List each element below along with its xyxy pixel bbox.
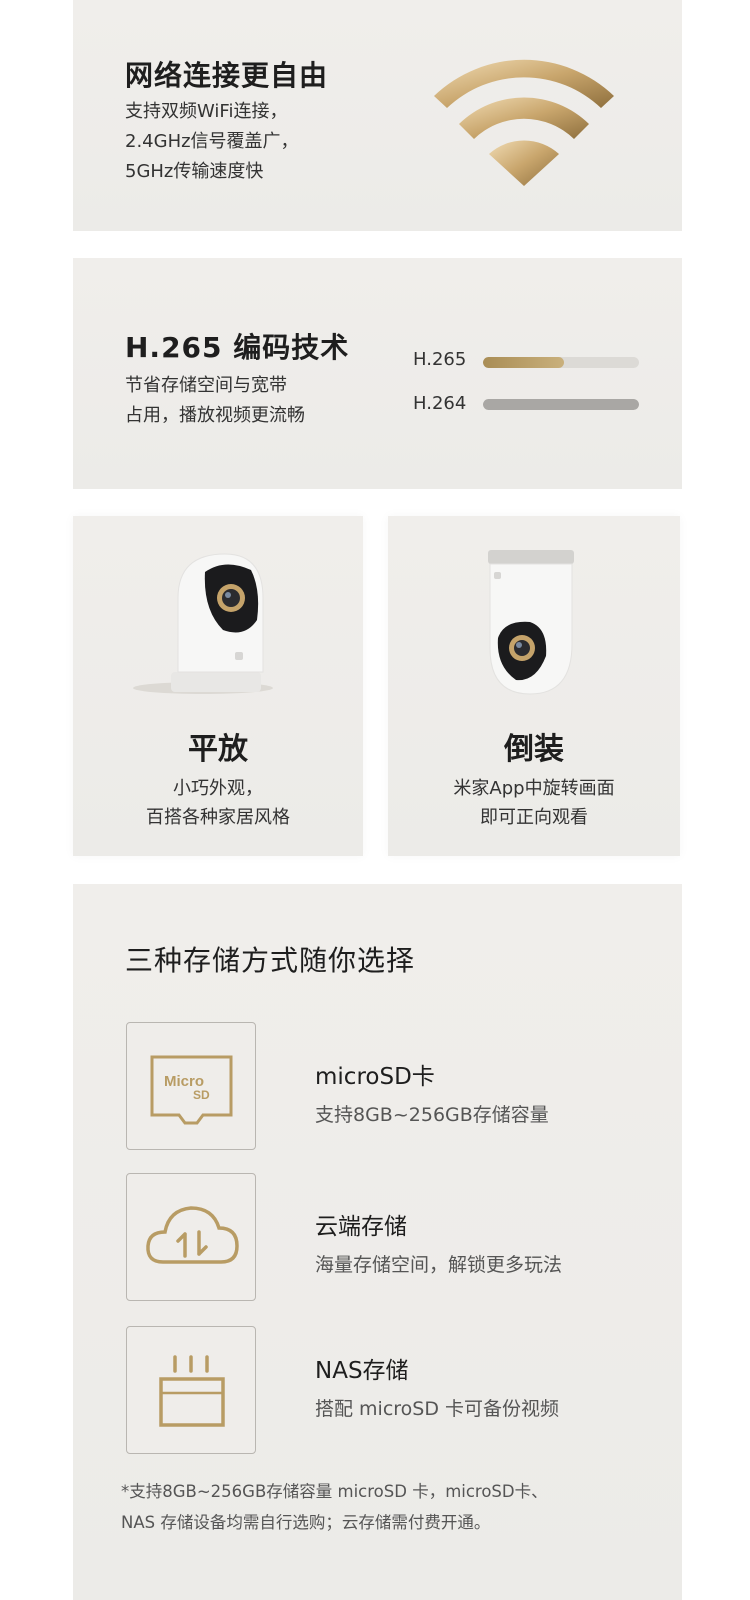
mount-desc-line: 小巧外观， (173, 778, 263, 799)
codec-bar-fill (483, 399, 639, 410)
camera-inverted-image (488, 550, 574, 695)
codec-bar-label: H.265 (413, 349, 467, 370)
wifi-desc-line: 支持双频WiFi连接， (125, 101, 288, 122)
mount-desc-line: 即可正向观看 (480, 807, 588, 828)
mount-flat-description: 小巧外观， 百搭各种家居风格 (73, 774, 363, 832)
mount-flat-title: 平放 (188, 732, 248, 767)
mount-flat-card: 平放 小巧外观， 百搭各种家居风格 (73, 516, 363, 856)
codec-description: 节省存储空间与宽带 占用，播放视频更流畅 (125, 371, 305, 431)
microsd-card-icon: Micro SD (150, 1055, 233, 1125)
storage-option-icon-box (126, 1326, 256, 1454)
storage-option-icon-box: Micro SD (126, 1022, 256, 1150)
wifi-feature-card: 网络连接更自由 支持双频WiFi连接， 2.4GHz信号覆盖广， 5GHz传输速… (73, 0, 682, 231)
storage-option-icon-box (126, 1173, 256, 1301)
nas-router-icon (159, 1355, 225, 1427)
cloud-sync-icon (146, 1206, 239, 1264)
footnote-line: NAS 存储设备均需自行选购；云存储需付费开通。 (121, 1513, 491, 1532)
storage-footnote: *支持8GB~256GB存储容量 microSD 卡，microSD卡、 NAS… (121, 1476, 548, 1538)
storage-option-name: microSD卡 (315, 1064, 435, 1090)
wifi-desc-line: 5GHz传输速度快 (125, 161, 264, 182)
mount-inverted-title: 倒装 (504, 732, 564, 767)
wifi-description: 支持双频WiFi连接， 2.4GHz信号覆盖广， 5GHz传输速度快 (125, 97, 299, 187)
codec-desc-line: 占用，播放视频更流畅 (125, 405, 305, 426)
wifi-icon (434, 59, 614, 186)
microsd-icon-text: SD (193, 1088, 210, 1102)
codec-bar-fill (483, 357, 565, 368)
wifi-title: 网络连接更自由 (125, 59, 329, 92)
storage-card: 三种存储方式随你选择 Micro SD microSD卡 支持8GB~256GB… (73, 884, 682, 1600)
footnote-line: *支持8GB~256GB存储容量 microSD 卡，microSD卡、 (121, 1482, 548, 1501)
codec-title: H.265 编码技术 (125, 331, 350, 364)
codec-bar-track (483, 399, 639, 410)
storage-title: 三种存储方式随你选择 (125, 944, 416, 977)
codec-bar-label: H.264 (413, 393, 467, 414)
mount-desc-line: 米家App中旋转画面 (453, 778, 615, 799)
storage-option-name: 云端存储 (315, 1214, 407, 1240)
storage-option-description: 支持8GB~256GB存储容量 (315, 1104, 549, 1126)
mount-inverted-card: 倒装 米家App中旋转画面 即可正向观看 (388, 516, 680, 856)
mount-desc-line: 百搭各种家居风格 (146, 807, 290, 828)
codec-desc-line: 节省存储空间与宽带 (125, 375, 287, 396)
camera-flat-image (133, 553, 273, 694)
mount-inverted-description: 米家App中旋转画面 即可正向观看 (388, 774, 680, 832)
storage-option-name: NAS存储 (315, 1358, 409, 1384)
storage-option-description: 海量存储空间，解锁更多玩法 (315, 1254, 563, 1276)
codec-bar-track (483, 357, 639, 368)
codec-feature-card: H.265 编码技术 节省存储空间与宽带 占用，播放视频更流畅 H.265 H.… (73, 258, 682, 489)
storage-option-description: 搭配 microSD 卡可备份视频 (315, 1398, 560, 1420)
wifi-desc-line: 2.4GHz信号覆盖广， (125, 131, 299, 152)
